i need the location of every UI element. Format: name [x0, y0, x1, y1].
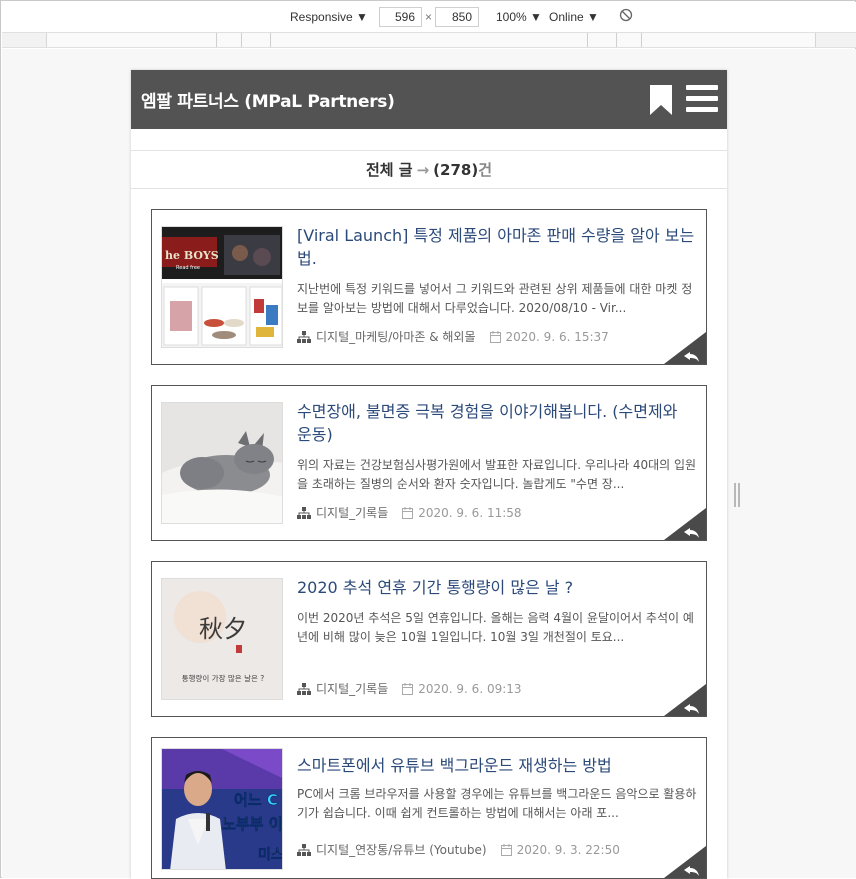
devtools-frame: Responsive ▼ 596 × 850 100% ▼ Online ▼ 엠…	[0, 0, 856, 879]
post-meta: 디지털_연장통/유튜브 (Youtube) 2020. 9. 3. 22:50	[297, 841, 620, 858]
network-select[interactable]: Online ▼	[549, 10, 599, 24]
post-count-bar: 전체 글 → (278) 건	[131, 151, 727, 189]
post-card[interactable]: 수면장애, 불면증 극복 경험을 이야기해봅니다. (수면제와 운동) 위의 자…	[151, 385, 707, 541]
post-date: 2020. 9. 6. 15:37	[505, 329, 609, 344]
post-thumbnail[interactable]: he BOYS Read free	[161, 226, 283, 348]
thumb-caption-text: 통행량이 가장 많은 날은 ?	[182, 673, 265, 683]
category-icon	[297, 506, 311, 519]
height-input[interactable]: 850	[435, 7, 479, 27]
post-count: (278)	[433, 160, 479, 179]
post-date: 2020. 9. 6. 11:58	[418, 505, 522, 520]
devtools-toolbar: Responsive ▼ 596 × 850 100% ▼ Online ▼	[2, 2, 856, 32]
site-header: 엠팔 파트너스 (MPaL Partners)	[131, 70, 727, 129]
post-content: 수면장애, 불면증 극복 경험을 이야기해봅니다. (수면제와 운동) 위의 자…	[297, 400, 697, 494]
post-category[interactable]: 디지털_마케팅/아마존 & 해외몰	[316, 328, 476, 345]
post-thumbnail[interactable]	[161, 402, 283, 524]
calendar-icon	[489, 330, 501, 343]
device-select[interactable]: Responsive ▼	[290, 10, 368, 24]
category-icon	[297, 843, 311, 856]
post-date-wrap: 2020. 9. 3. 22:50	[500, 842, 620, 857]
arrow-icon: →	[416, 160, 430, 179]
post-category[interactable]: 디지털_기록들	[316, 504, 388, 521]
post-card[interactable]: he BOYS Read free [Viral Launch] 특정 제품의 …	[151, 209, 707, 365]
site-title[interactable]: 엠팔 파트너스 (MPaL Partners)	[141, 87, 395, 112]
reply-corner-icon[interactable]	[664, 332, 706, 364]
thumb-chuseok-text: 秋夕	[199, 615, 247, 643]
reply-corner-icon[interactable]	[664, 684, 706, 716]
post-content: [Viral Launch] 특정 제품의 아마존 판매 수량을 알아 보는 법…	[297, 224, 697, 318]
post-excerpt: 이번 2020년 추석은 5일 연휴입니다. 올해는 음력 4월이 윤달이어서 …	[297, 611, 694, 644]
post-title[interactable]: [Viral Launch] 특정 제품의 아마존 판매 수량을 알아 보는 법…	[297, 224, 697, 270]
post-list: he BOYS Read free [Viral Launch] 특정 제품의 …	[151, 209, 707, 879]
post-content: 2020 추석 연휴 기간 통행량이 많은 날 ? 이번 2020년 추석은 5…	[297, 576, 697, 647]
rotate-icon[interactable]	[619, 8, 633, 25]
thumb-text-line3: 미스	[258, 847, 283, 863]
reply-corner-icon[interactable]	[664, 846, 706, 878]
zoom-select[interactable]: 100% ▼	[496, 10, 542, 24]
post-date: 2020. 9. 3. 22:50	[516, 842, 620, 857]
media-query-ruler[interactable]	[2, 32, 856, 48]
post-count-unit: 건	[478, 161, 493, 179]
post-content: 스마트폰에서 유튜브 백그라운드 재생하는 방법 PC에서 크롬 브라우저를 사…	[297, 754, 697, 823]
post-excerpt: PC에서 크롬 브라우저를 사용할 경우에는 유튜브를 백그라운드 음악으로 활…	[297, 787, 697, 820]
mobile-page: 엠팔 파트너스 (MPaL Partners) 전체 글 → (278) 건 h…	[131, 70, 727, 879]
post-category[interactable]: 디지털_연장통/유튜브 (Youtube)	[316, 841, 487, 858]
category-icon	[297, 682, 311, 695]
svg-text:Read free: Read free	[176, 265, 200, 271]
post-category[interactable]: 디지털_기록들	[316, 680, 388, 697]
post-date: 2020. 9. 6. 09:13	[418, 681, 522, 696]
reply-corner-icon[interactable]	[664, 508, 706, 540]
thumb-text-line2: 노부부 이	[222, 815, 282, 833]
post-excerpt: 지난번에 특정 키워드를 넣어서 그 키워드와 관련된 상위 제품들에 대한 마…	[297, 282, 693, 315]
calendar-icon	[402, 682, 414, 695]
bookmark-icon[interactable]	[649, 85, 673, 115]
header-spacer	[131, 129, 727, 151]
dimension-separator: ×	[425, 10, 433, 24]
hamburger-menu-icon[interactable]	[686, 85, 718, 113]
post-date-wrap: 2020. 9. 6. 15:37	[489, 329, 609, 344]
post-title[interactable]: 스마트폰에서 유튜브 백그라운드 재생하는 방법	[297, 754, 697, 777]
all-posts-label: 전체 글	[365, 161, 413, 179]
resize-handle[interactable]	[734, 483, 740, 507]
calendar-icon	[500, 843, 512, 856]
calendar-icon	[402, 506, 414, 519]
post-title[interactable]: 수면장애, 불면증 극복 경험을 이야기해봅니다. (수면제와 운동)	[297, 400, 697, 446]
post-meta: 디지털_기록들 2020. 9. 6. 09:13	[297, 680, 522, 697]
category-icon	[297, 330, 311, 343]
post-date-wrap: 2020. 9. 6. 11:58	[402, 505, 522, 520]
post-thumbnail[interactable]: 秋夕 통행량이 가장 많은 날은 ?	[161, 578, 283, 700]
post-excerpt: 위의 자료는 건강보험심사평가원에서 발표한 자료입니다. 우리나라 40대의 …	[297, 458, 697, 491]
post-meta: 디지털_마케팅/아마존 & 해외몰 2020. 9. 6. 15:37	[297, 328, 609, 345]
post-date-wrap: 2020. 9. 6. 09:13	[402, 681, 522, 696]
post-meta: 디지털_기록들 2020. 9. 6. 11:58	[297, 504, 522, 521]
thumb-text-line1: 어느 C	[234, 791, 278, 809]
svg-text:he BOYS: he BOYS	[165, 249, 219, 262]
post-thumbnail[interactable]: 어느 C 노부부 이 미스	[161, 748, 283, 870]
post-card[interactable]: 어느 C 노부부 이 미스 스마트폰에서 유튜브 백그라운드 재생하는 방법 P…	[151, 737, 707, 879]
post-card[interactable]: 秋夕 통행량이 가장 많은 날은 ? 2020 추석 연휴 기간 통행량이 많은…	[151, 561, 707, 717]
width-input[interactable]: 596	[379, 7, 422, 27]
